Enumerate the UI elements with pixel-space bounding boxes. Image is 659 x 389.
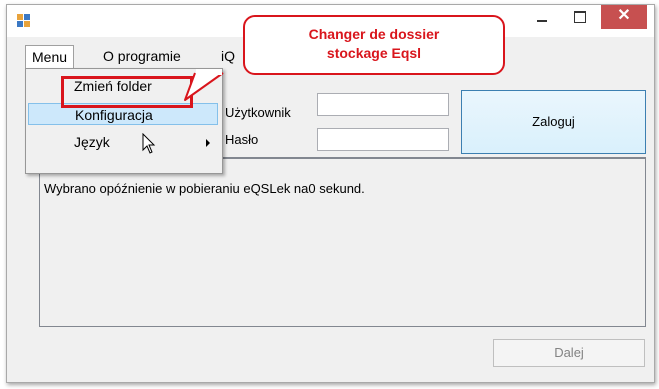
minimize-button[interactable] [527, 5, 557, 29]
menu-item-language[interactable]: Język [28, 131, 218, 153]
app-icon [17, 14, 31, 28]
callout-pointer-icon [184, 69, 224, 101]
menu-about[interactable]: O programie [97, 45, 187, 67]
menu-menu[interactable]: Menu [25, 45, 75, 69]
menu-item-language-label: Język [74, 134, 110, 150]
next-button[interactable]: Dalej [493, 339, 645, 367]
highlight-box [61, 76, 193, 108]
password-field[interactable] [317, 128, 449, 151]
password-label: Hasło [225, 132, 259, 147]
close-icon: ✕ [617, 7, 631, 24]
close-button[interactable]: ✕ [601, 5, 647, 29]
menu-iq[interactable]: iQ [215, 45, 241, 67]
app-window: ✕ Menu O programie iQ Użytkownik Hasło Z… [6, 4, 655, 383]
callout-bubble: Changer de dossier stockage Eqsl [243, 15, 505, 75]
username-label: Użytkownik [225, 105, 291, 120]
mouse-cursor-icon [142, 133, 156, 154]
log-message: Wybrano opóźnienie w pobieraniu eQSLek n… [44, 181, 365, 196]
log-area: Wybrano opóźnienie w pobieraniu eQSLek n… [39, 157, 646, 327]
callout-line-1: Changer de dossier [308, 26, 440, 42]
username-field[interactable] [317, 93, 449, 116]
maximize-button[interactable] [565, 5, 595, 29]
login-button[interactable]: Zaloguj [461, 90, 646, 154]
submenu-arrow-icon [206, 139, 210, 147]
callout-line-2: stockage Eqsl [326, 45, 422, 61]
